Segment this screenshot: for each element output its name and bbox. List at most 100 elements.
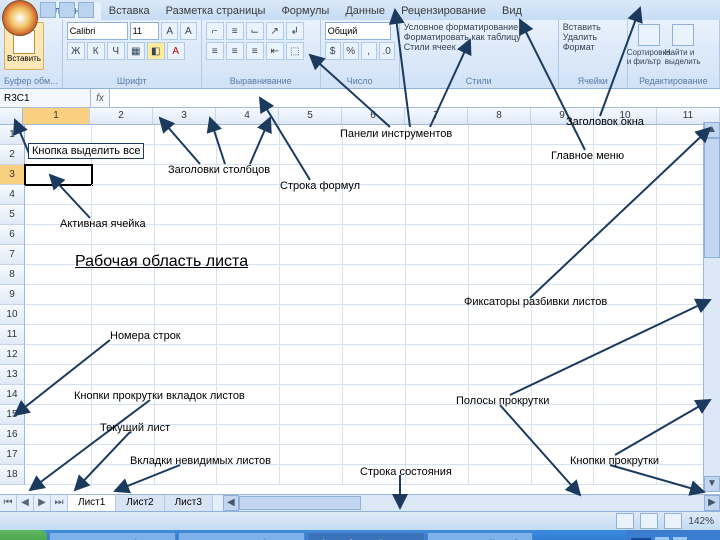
col-header[interactable]: 9 — [531, 108, 594, 124]
cell[interactable] — [25, 285, 92, 305]
align-top-icon[interactable]: ⌐ — [206, 22, 224, 40]
cell[interactable] — [280, 125, 343, 145]
cell[interactable] — [594, 285, 657, 305]
taskbar-item[interactable]: Microsoft Excel - Книг... — [307, 532, 425, 540]
cell[interactable] — [343, 265, 406, 285]
border-icon[interactable]: ▦ — [127, 42, 145, 60]
cell[interactable] — [532, 445, 595, 465]
cell[interactable] — [594, 245, 657, 265]
cell[interactable] — [92, 325, 155, 345]
cell[interactable] — [532, 125, 595, 145]
format-cells-button[interactable]: Формат — [563, 42, 623, 52]
cell[interactable] — [343, 345, 406, 365]
wrap-icon[interactable]: ↲ — [286, 22, 304, 40]
cell[interactable] — [594, 405, 657, 425]
row-header[interactable]: 3 — [0, 165, 25, 185]
col-header[interactable]: 3 — [153, 108, 216, 124]
cell[interactable] — [155, 165, 218, 185]
cell[interactable] — [469, 145, 532, 165]
cell[interactable] — [532, 265, 595, 285]
cell[interactable] — [406, 185, 469, 205]
tab-layout[interactable]: Разметка страницы — [158, 2, 274, 20]
cell[interactable] — [280, 205, 343, 225]
cell[interactable] — [343, 405, 406, 425]
cell[interactable] — [594, 165, 657, 185]
cell[interactable] — [343, 185, 406, 205]
cell[interactable] — [469, 465, 532, 485]
cell[interactable] — [92, 285, 155, 305]
cell[interactable] — [532, 405, 595, 425]
row-header[interactable]: 10 — [0, 305, 25, 325]
select-all-corner[interactable] — [0, 108, 23, 124]
tab-insert[interactable]: Вставка — [101, 2, 158, 20]
cell[interactable] — [217, 145, 280, 165]
sheet-tab-1[interactable]: Лист1 — [68, 495, 116, 511]
italic-button[interactable]: К — [87, 42, 105, 60]
vertical-scrollbar[interactable]: ▲ ▼ — [703, 122, 720, 492]
cell[interactable] — [25, 125, 92, 145]
cell[interactable] — [92, 205, 155, 225]
cell[interactable] — [469, 285, 532, 305]
cell[interactable] — [594, 465, 657, 485]
scroll-up-icon[interactable]: ▲ — [704, 122, 720, 138]
font-name[interactable]: Calibri — [67, 22, 128, 40]
view-normal-icon[interactable] — [616, 513, 634, 529]
row-header[interactable]: 17 — [0, 445, 25, 465]
cell[interactable] — [25, 385, 92, 405]
cell[interactable] — [532, 305, 595, 325]
cell[interactable] — [280, 385, 343, 405]
cell[interactable] — [155, 325, 218, 345]
cell[interactable] — [25, 145, 92, 165]
cell[interactable] — [280, 245, 343, 265]
col-header[interactable]: 4 — [216, 108, 279, 124]
col-header[interactable]: 5 — [279, 108, 342, 124]
cell[interactable] — [155, 245, 218, 265]
cell[interactable] — [406, 445, 469, 465]
cell[interactable] — [155, 145, 218, 165]
tab-first-icon[interactable]: ⏮ — [0, 495, 17, 511]
scroll-right-icon[interactable]: ▶ — [704, 495, 720, 511]
cell[interactable] — [25, 245, 92, 265]
underline-button[interactable]: Ч — [107, 42, 125, 60]
font-color-icon[interactable]: A — [167, 42, 185, 60]
cell[interactable] — [532, 165, 595, 185]
cell[interactable] — [92, 265, 155, 285]
cell[interactable] — [25, 345, 92, 365]
row-header[interactable]: 5 — [0, 205, 25, 225]
align-left-icon[interactable]: ≡ — [206, 42, 224, 60]
cell[interactable] — [155, 445, 218, 465]
cell[interactable] — [280, 165, 343, 185]
cell[interactable] — [594, 365, 657, 385]
scroll-down-icon[interactable]: ▼ — [704, 476, 720, 492]
cell[interactable] — [532, 425, 595, 445]
align-right-icon[interactable]: ≡ — [246, 42, 264, 60]
cell[interactable] — [532, 345, 595, 365]
indent-dec-icon[interactable]: ⇤ — [266, 42, 284, 60]
cell[interactable] — [217, 345, 280, 365]
row-header[interactable]: 2 — [0, 145, 25, 165]
cell[interactable] — [594, 445, 657, 465]
cell[interactable] — [25, 325, 92, 345]
row-header[interactable]: 12 — [0, 345, 25, 365]
cell[interactable] — [280, 305, 343, 325]
cell[interactable] — [406, 245, 469, 265]
cell[interactable] — [155, 405, 218, 425]
cell[interactable] — [343, 165, 406, 185]
cell[interactable] — [217, 325, 280, 345]
row-header[interactable]: 8 — [0, 265, 25, 285]
cell[interactable] — [92, 385, 155, 405]
inc-dec-icon[interactable]: .0 — [379, 42, 395, 60]
cell[interactable] — [217, 225, 280, 245]
cell[interactable] — [532, 225, 595, 245]
cell[interactable] — [469, 225, 532, 245]
col-header[interactable]: 8 — [468, 108, 531, 124]
cell[interactable] — [92, 445, 155, 465]
zoom-level[interactable]: 142% — [688, 516, 714, 527]
delete-cells-button[interactable]: Удалить — [563, 32, 623, 42]
number-format[interactable]: Общий — [325, 22, 391, 40]
cell[interactable] — [217, 245, 280, 265]
start-button[interactable]: Пуск — [0, 530, 47, 540]
cell[interactable] — [25, 405, 92, 425]
cell[interactable] — [406, 285, 469, 305]
cell[interactable] — [594, 145, 657, 165]
